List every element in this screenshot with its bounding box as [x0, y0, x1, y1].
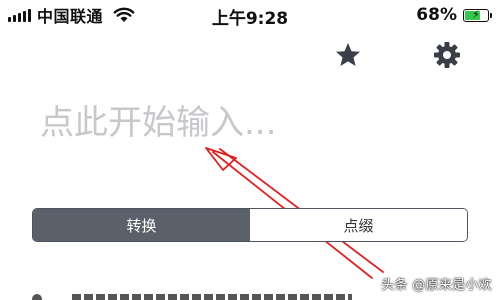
segment-convert[interactable]: 转换 [33, 209, 250, 241]
battery-icon: ⚡ [463, 7, 489, 22]
charging-bolt-icon: ⚡ [472, 7, 480, 21]
segment-decorate[interactable]: 点缀 [250, 209, 467, 241]
text-input[interactable] [40, 99, 460, 147]
status-right: 68% ⚡ [416, 4, 492, 26]
annotation-arrow [205, 147, 384, 279]
gear-icon[interactable] [432, 40, 462, 70]
cutoff-text [72, 294, 352, 300]
watermark: 头条 @原来是小欢 [381, 278, 492, 293]
cutoff-list-item [32, 292, 362, 300]
bullet-icon [32, 294, 42, 300]
battery-percent: 68% [416, 5, 457, 25]
star-icon[interactable] [333, 40, 363, 70]
status-bar: 中国联通 上午9:28 68% ⚡ [0, 0, 500, 30]
segment-convert-label: 转换 [126, 216, 157, 235]
app-screen: 中国联通 上午9:28 68% ⚡ 点此开始输入... 转换 点缀 头条 @原来… [0, 0, 500, 300]
mode-segmented-control: 转换 点缀 [32, 208, 468, 242]
battery-cap [490, 12, 492, 18]
segment-decorate-label: 点缀 [343, 216, 374, 235]
